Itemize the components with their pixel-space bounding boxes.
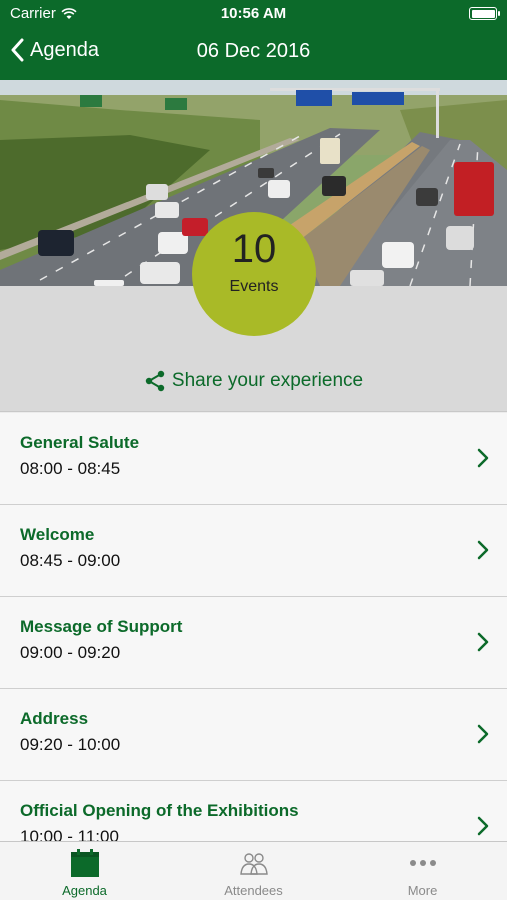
event-time: 08:00 - 08:45 xyxy=(20,459,121,478)
event-time: 09:00 - 09:20 xyxy=(20,643,121,662)
chevron-right-icon xyxy=(477,816,489,836)
chevron-right-icon xyxy=(477,724,489,744)
battery-icon xyxy=(469,7,500,20)
list-item[interactable]: Address 09:20 - 10:00 xyxy=(0,689,507,781)
share-button[interactable]: Share your experience xyxy=(0,370,507,392)
event-title: Message of Support xyxy=(20,617,183,636)
event-title: Welcome xyxy=(20,525,95,544)
event-list: General Salute 08:00 - 08:45 Welcome 08:… xyxy=(0,413,507,841)
status-time: 10:56 AM xyxy=(220,5,287,22)
event-count-label: Events xyxy=(229,278,279,295)
people-icon xyxy=(239,853,268,875)
status-bar: Carrier 10:56 AM xyxy=(0,0,507,28)
chevron-right-icon xyxy=(477,540,489,560)
event-title: Address xyxy=(20,709,89,728)
chevron-right-icon xyxy=(477,448,489,468)
tab-label: More xyxy=(407,883,438,898)
event-title: Official Opening of the Exhibitions xyxy=(20,801,299,820)
top-bar: Carrier 10:56 AM Agenda 06 Dec 2016 xyxy=(0,0,507,80)
event-title: General Salute xyxy=(20,433,140,452)
event-time: 08:45 - 09:00 xyxy=(20,551,121,570)
chevron-right-icon xyxy=(477,632,489,652)
tab-label: Agenda xyxy=(62,883,107,898)
tab-more[interactable]: More xyxy=(338,842,507,900)
list-item[interactable]: Welcome 08:45 - 09:00 xyxy=(0,505,507,597)
page-title: 06 Dec 2016 xyxy=(196,40,311,62)
event-count: 10 xyxy=(231,227,277,271)
list-item[interactable]: Message of Support 09:00 - 09:20 xyxy=(0,597,507,689)
tab-label: Attendees xyxy=(224,883,283,898)
tab-agenda[interactable]: Agenda xyxy=(0,842,169,900)
list-item[interactable]: Official Opening of the Exhibitions 10:0… xyxy=(0,781,507,841)
more-icon xyxy=(409,860,436,866)
share-label: Share your experience xyxy=(171,370,364,391)
event-count-badge: 10 Events xyxy=(192,212,316,336)
event-time: 09:20 - 10:00 xyxy=(20,735,121,754)
navigation-bar: Agenda 06 Dec 2016 xyxy=(0,28,507,80)
share-icon xyxy=(145,370,165,392)
event-time: 10:00 - 11:00 xyxy=(20,827,119,841)
tab-bar: Agenda Attendees More xyxy=(0,841,507,900)
calendar-icon xyxy=(70,849,99,877)
list-item[interactable]: General Salute 08:00 - 08:45 xyxy=(0,413,507,505)
tab-attendees[interactable]: Attendees xyxy=(169,842,338,900)
